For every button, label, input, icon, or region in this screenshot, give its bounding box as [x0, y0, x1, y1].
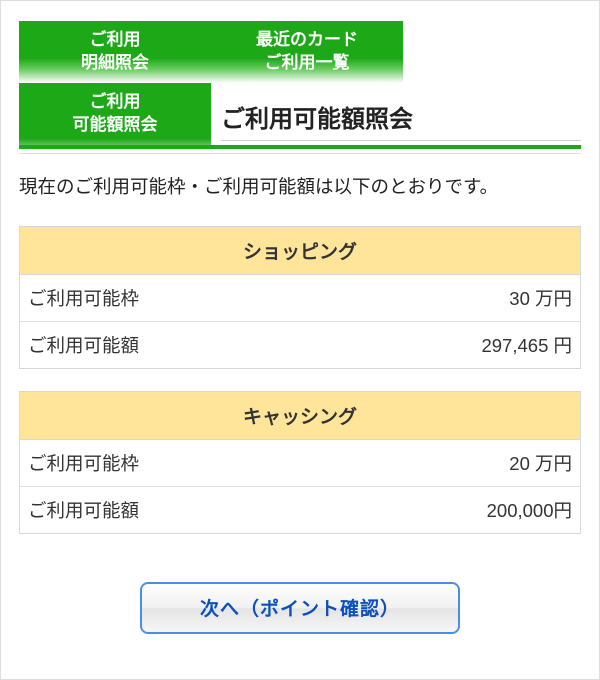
tab-recent-line2: ご利用一覧 [265, 52, 350, 75]
intro-text: 現在のご利用可能枠・ご利用可能額は以下のとおりです。 [19, 172, 581, 202]
tab-statement-line2: 明細照会 [81, 52, 149, 75]
table-row: ご利用可能枠 30 万円 [20, 274, 581, 321]
page-title: ご利用可能額照会 [221, 99, 581, 141]
shopping-header: ショッピング [20, 226, 581, 274]
tab-row-top: ご利用 明細照会 最近のカード ご利用一覧 [19, 21, 581, 83]
shopping-limit-value: 30 万円 [325, 274, 581, 321]
tab-available[interactable]: ご利用 可能額照会 [19, 83, 211, 145]
divider [19, 153, 581, 154]
table-row: ご利用可能額 297,465 円 [20, 321, 581, 368]
shopping-limit-label: ご利用可能枠 [20, 274, 325, 321]
cashing-table: キャッシング ご利用可能枠 20 万円 ご利用可能額 200,000円 [19, 391, 581, 534]
shopping-avail-value: 297,465 円 [325, 321, 581, 368]
tab-row-bottom: ご利用 可能額照会 ご利用可能額照会 [19, 83, 581, 149]
tab-statement-line1: ご利用 [90, 29, 141, 52]
page-title-wrap: ご利用可能額照会 [211, 99, 581, 145]
shopping-avail-label: ご利用可能額 [20, 321, 325, 368]
cashing-avail-value: 200,000円 [331, 486, 580, 533]
table-row: ご利用可能額 200,000円 [20, 486, 581, 533]
table-row: ご利用可能枠 20 万円 [20, 439, 581, 486]
cashing-header: キャッシング [20, 391, 581, 439]
cashing-avail-label: ご利用可能額 [20, 486, 332, 533]
shopping-table: ショッピング ご利用可能枠 30 万円 ご利用可能額 297,465 円 [19, 226, 581, 369]
cashing-limit-label: ご利用可能枠 [20, 439, 332, 486]
tab-recent[interactable]: 最近のカード ご利用一覧 [211, 21, 403, 83]
next-button[interactable]: 次へ（ポイント確認） [140, 582, 460, 634]
cashing-limit-value: 20 万円 [331, 439, 580, 486]
tab-available-line1: ご利用 [90, 91, 141, 114]
tab-recent-line1: 最近のカード [256, 29, 358, 52]
tab-available-line2: 可能額照会 [73, 114, 158, 137]
tab-statement[interactable]: ご利用 明細照会 [19, 21, 211, 83]
button-row: 次へ（ポイント確認） [19, 582, 581, 634]
